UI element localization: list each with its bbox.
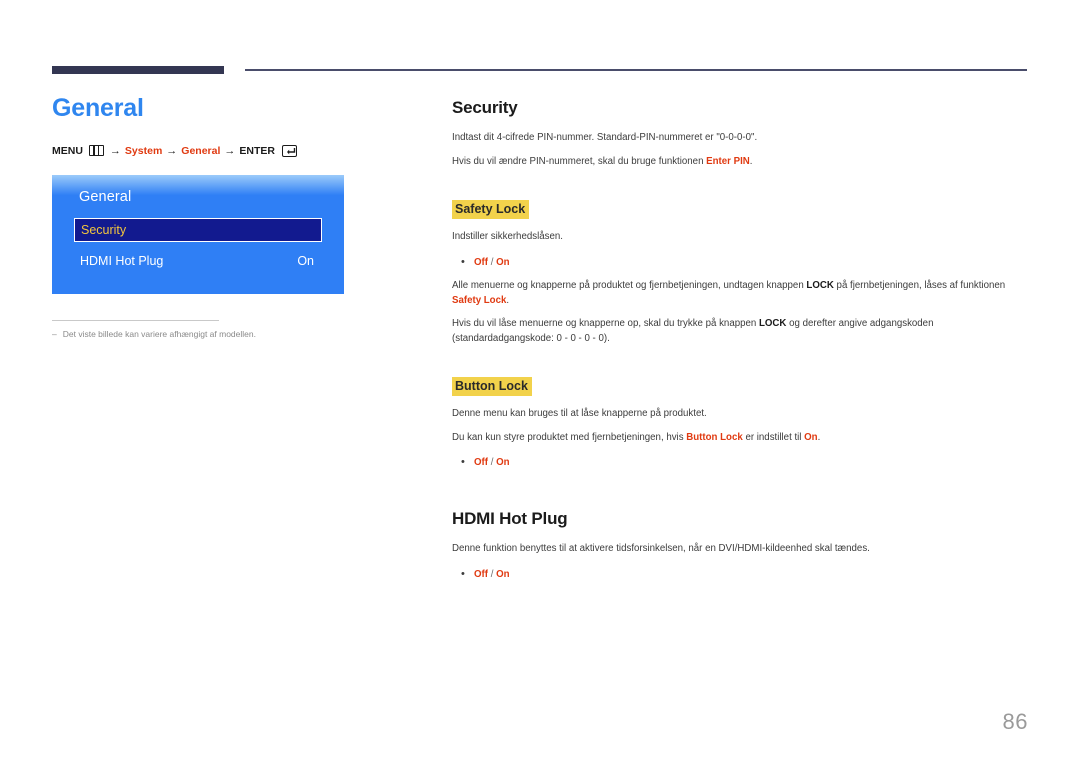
safety-lock-paragraph-1: Indstiller sikkerhedslåsen.: [452, 230, 1030, 245]
bullet-icon: •: [461, 456, 465, 469]
breadcrumb-menu-label: MENU: [52, 144, 83, 157]
bullet-icon: •: [461, 567, 465, 580]
breadcrumb-step-general: General: [181, 144, 221, 157]
security-p1-text: Indtast dit 4-cifrede PIN-nummer. Standa…: [452, 132, 758, 143]
hdmi-hot-plug-p1-text: Denne funktion benyttes til at aktivere …: [452, 543, 870, 555]
enter-return-icon: [281, 144, 297, 157]
security-p2-enter-pin: Enter PIN: [706, 155, 750, 167]
security-p2-tail: .: [749, 155, 753, 167]
option-on: On: [496, 256, 510, 268]
chapter-title: General: [52, 94, 144, 122]
hdmi-hot-plug-options: • Off / On: [452, 566, 1030, 583]
osd-row-security[interactable]: Security: [74, 217, 322, 242]
safety-lock-p2-lock: LOCK: [806, 280, 834, 292]
button-lock-p2-e: .: [817, 431, 821, 443]
footnote-dash: –: [52, 328, 57, 339]
option-separator: /: [488, 457, 497, 469]
button-lock-p2-c: er indstillet til: [742, 431, 805, 443]
button-lock-p2-ref: Button Lock: [686, 431, 743, 443]
breadcrumb: MENU → System → General → ENTER: [52, 144, 412, 157]
button-lock-paragraph-1: Denne menu kan bruges til at låse knappe…: [452, 407, 1030, 422]
breadcrumb-step-system: System: [124, 144, 163, 157]
button-lock-p2-a: Du kan kun styre produktet med fjernbetj…: [452, 431, 687, 443]
safety-lock-p2-c: på fjernbetjeningen, låses af funktionen: [833, 280, 1006, 292]
section-title-hdmi-hot-plug: HDMI Hot Plug: [452, 509, 568, 529]
breadcrumb-arrow-2: →: [166, 144, 178, 157]
osd-row-hdmi-hot-plug[interactable]: HDMI Hot Plug On: [74, 249, 322, 273]
safety-lock-p1-text: Indstiller sikkerhedslåsen.: [452, 231, 563, 243]
option-values: Off / On: [474, 456, 510, 471]
safety-lock-p2-a: Alle menuerne og knapperne på produktet …: [452, 280, 807, 292]
option-off: Off: [474, 457, 488, 469]
right-column: Security Indtast dit 4-cifrede PIN-numme…: [452, 98, 1030, 591]
subsection-title-button-lock: Button Lock: [452, 377, 532, 397]
list-item: • Off / On: [452, 254, 1030, 271]
footnote: – Det viste billede kan variere afhængig…: [52, 329, 412, 341]
option-on: On: [496, 457, 510, 469]
footnote-text: Det viste billede kan variere afhængigt …: [62, 328, 256, 339]
option-values: Off / On: [474, 256, 510, 271]
security-p2-lead: Hvis du vil ændre PIN-nummeret, skal du …: [452, 155, 707, 167]
security-paragraph-1: Indtast dit 4-cifrede PIN-nummer. Standa…: [452, 131, 1030, 146]
list-item: • Off / On: [452, 454, 1030, 471]
page-number: 86: [1002, 709, 1028, 734]
bullet-icon: •: [461, 255, 465, 268]
section-title-security: Security: [452, 98, 518, 117]
option-separator: /: [488, 568, 497, 580]
menu-grid-icon: [88, 145, 104, 156]
safety-lock-p2-e: .: [506, 294, 510, 306]
safety-lock-p2-ref: Safety Lock: [452, 294, 507, 306]
button-lock-paragraph-2: Du kan kun styre produktet med fjernbetj…: [452, 431, 1030, 446]
header-rule-thick: [52, 66, 224, 74]
hdmi-hot-plug-paragraph-1: Denne funktion benyttes til at aktivere …: [452, 542, 1030, 557]
safety-lock-p3-lock: LOCK: [758, 318, 787, 330]
breadcrumb-enter-label: ENTER: [239, 144, 275, 157]
button-lock-options: • Off / On: [452, 454, 1030, 471]
subsection-title-safety-lock: Safety Lock: [452, 200, 530, 220]
left-column: General MENU → System → General → ENTER …: [52, 94, 412, 341]
safety-lock-options: • Off / On: [452, 254, 1030, 271]
breadcrumb-arrow-3: →: [224, 144, 236, 157]
osd-title: General: [79, 188, 132, 205]
option-on: On: [496, 568, 510, 580]
security-paragraph-2: Hvis du vil ændre PIN-nummeret, skal du …: [452, 155, 1030, 170]
option-values: Off / On: [474, 568, 510, 583]
button-lock-p1-text: Denne menu kan bruges til at låse knappe…: [452, 408, 707, 420]
option-off: Off: [474, 568, 488, 580]
option-off: Off: [474, 256, 488, 268]
safety-lock-p3-a: Hvis du vil låse menuerne og knapperne o…: [452, 318, 759, 330]
osd-row-label: Security: [81, 222, 127, 237]
osd-row-label: HDMI Hot Plug: [80, 253, 164, 268]
button-lock-p2-on: On: [804, 431, 818, 443]
footnote-divider: [52, 319, 219, 321]
list-item: • Off / On: [452, 566, 1030, 583]
option-separator: /: [488, 256, 497, 268]
breadcrumb-arrow-1: →: [109, 144, 121, 157]
osd-menu-screenshot: General Security HDMI Hot Plug On: [52, 174, 344, 294]
safety-lock-paragraph-2: Alle menuerne og knapperne på produktet …: [452, 279, 1030, 308]
osd-row-value: On: [297, 253, 314, 268]
manual-page: General MENU → System → General → ENTER …: [0, 0, 1080, 763]
safety-lock-paragraph-3: Hvis du vil låse menuerne og knapperne o…: [452, 317, 1030, 346]
header-rule-thin: [245, 69, 1027, 71]
